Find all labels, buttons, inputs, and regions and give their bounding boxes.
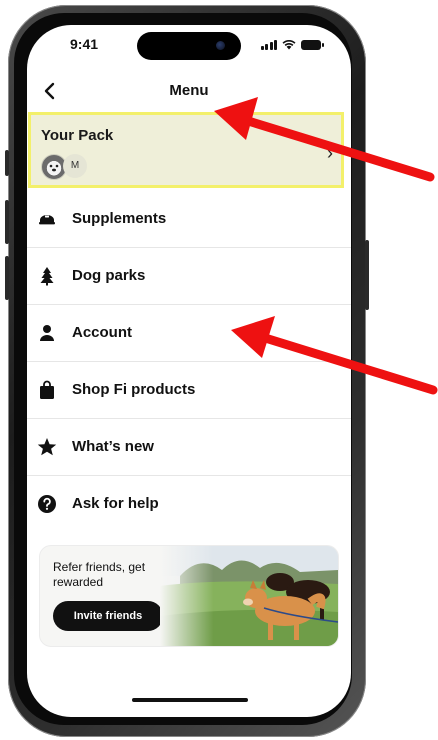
- star-icon: [37, 438, 57, 456]
- tree-icon: [40, 267, 54, 286]
- camera-icon: [216, 41, 225, 50]
- phone-screen: 9:41 Menu Your Pack M › Supplements Dog …: [27, 25, 351, 717]
- phone-side-button-left-1: [5, 150, 9, 176]
- dogs-photo: [160, 546, 338, 646]
- nav-bar: Menu: [27, 77, 351, 107]
- signal-icon: [260, 40, 277, 50]
- your-pack-title: Your Pack: [41, 127, 114, 144]
- phone-side-button-left-2: [5, 200, 9, 244]
- menu-item-dog-parks[interactable]: Dog parks: [27, 248, 351, 305]
- menu-item-account[interactable]: Account: [27, 305, 351, 362]
- person-icon: [40, 325, 54, 341]
- dynamic-island: [137, 32, 241, 60]
- invite-friends-button[interactable]: Invite friends: [53, 601, 163, 631]
- wifi-icon: [282, 39, 296, 50]
- menu-item-label: Ask for help: [72, 495, 159, 512]
- supplements-icon: [39, 215, 55, 225]
- shopping-bag-icon: [40, 380, 54, 399]
- menu-item-label: What’s new: [72, 438, 154, 455]
- menu-list: Supplements Dog parks Account Shop Fi pr…: [27, 191, 351, 532]
- help-icon: [38, 495, 56, 513]
- refer-friends-card: Refer friends, get rewarded Invite frien…: [39, 545, 339, 647]
- page-title: Menu: [169, 82, 209, 99]
- refer-headline: Refer friends, get rewarded: [53, 560, 146, 589]
- member-avatar: M: [63, 154, 87, 178]
- status-icons: [260, 39, 324, 50]
- menu-item-label: Supplements: [72, 210, 167, 227]
- phone-side-button-left-3: [5, 256, 9, 300]
- your-pack-card[interactable]: Your Pack M ›: [28, 112, 344, 188]
- battery-icon: [301, 40, 324, 50]
- menu-item-ask-for-help[interactable]: Ask for help: [27, 476, 351, 532]
- menu-item-label: Dog parks: [72, 267, 146, 284]
- menu-item-supplements[interactable]: Supplements: [27, 191, 351, 248]
- menu-item-label: Account: [72, 324, 132, 341]
- menu-item-shop[interactable]: Shop Fi products: [27, 362, 351, 419]
- menu-item-label: Shop Fi products: [72, 381, 196, 398]
- status-time: 9:41: [70, 36, 99, 52]
- menu-item-whats-new[interactable]: What’s new: [27, 419, 351, 476]
- chevron-right-icon: ›: [327, 143, 333, 163]
- phone-side-button-right: [365, 240, 369, 310]
- home-indicator[interactable]: [132, 698, 248, 702]
